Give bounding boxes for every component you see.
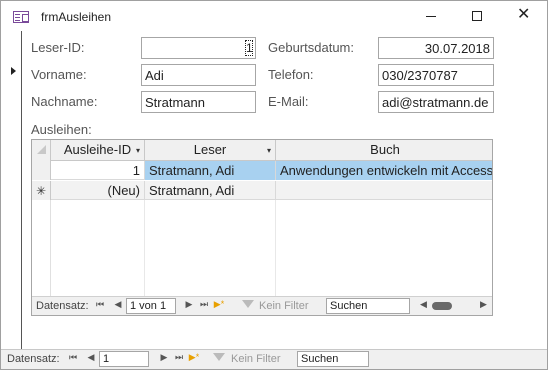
dropdown-arrow-icon[interactable]: ▾	[267, 141, 271, 161]
leser-id-value: 1	[245, 40, 253, 56]
last-record-icon[interactable]: ⏭	[173, 352, 185, 363]
column-title-leser: Leser	[193, 142, 227, 157]
new-record-icon[interactable]: ▶*	[188, 352, 200, 363]
new-record-icon[interactable]: ✳	[32, 181, 51, 200]
select-all-icon	[37, 145, 46, 154]
telefon-label: Telefon:	[268, 67, 314, 82]
cell-ausleihe-id[interactable]: 1	[51, 161, 145, 180]
cell-buch[interactable]	[276, 181, 492, 200]
email-field[interactable]: adi@stratmann.de	[378, 91, 494, 113]
leser-id-label: Leser-ID:	[31, 40, 85, 55]
telefon-field[interactable]: 030/2370787	[378, 64, 494, 86]
minimize-button[interactable]	[408, 1, 454, 31]
next-record-icon[interactable]: ▶	[158, 352, 170, 363]
nav-label: Datensatz:	[36, 300, 89, 312]
vorname-label: Vorname:	[31, 67, 87, 82]
column-header-leser[interactable]: Leser ▾	[145, 140, 276, 161]
nachname-field[interactable]: Stratmann	[141, 91, 256, 113]
record-position-input[interactable]: 1	[99, 351, 149, 367]
ausleihen-subform: Ausleihe-ID ▾ Leser ▾ Buch 1 Stratmann, …	[31, 139, 493, 316]
cell-leser[interactable]: Stratmann, Adi	[145, 161, 276, 180]
filter-icon	[213, 353, 225, 361]
dropdown-arrow-icon[interactable]: ▾	[136, 141, 140, 161]
filter-toggle[interactable]: Kein Filter	[259, 300, 309, 312]
new-record-row[interactable]: ✳ (Neu) Stratmann, Adi	[32, 181, 492, 200]
column-header-ausleihe-id[interactable]: Ausleihe-ID ▾	[51, 140, 145, 161]
form-icon	[13, 11, 29, 23]
title-bar[interactable]: frmAusleihen ✕	[1, 1, 547, 31]
subform-label: Ausleihen:	[31, 122, 92, 137]
email-label: E-Mail:	[268, 94, 309, 109]
filter-toggle[interactable]: Kein Filter	[231, 353, 281, 365]
leser-id-field[interactable]: 1	[141, 37, 256, 59]
minimize-icon	[426, 16, 436, 17]
record-selector-column[interactable]	[1, 31, 22, 349]
empty-area	[51, 200, 145, 296]
first-record-icon[interactable]: ⏮	[67, 352, 79, 363]
vorname-field[interactable]: Adi	[141, 64, 256, 86]
column-title-buch: Buch	[370, 142, 400, 157]
form-window: frmAusleihen ✕ Leser-ID: 1 Vorname: Adi …	[0, 0, 548, 370]
search-input[interactable]: Suchen	[326, 298, 410, 314]
cell-buch[interactable]: Anwendungen entwickeln mit Access	[276, 161, 492, 180]
maximize-icon	[472, 11, 482, 21]
window-title: frmAusleihen	[41, 10, 112, 24]
scroll-right-icon[interactable]: ▶	[480, 299, 487, 310]
prev-record-icon[interactable]: ◀	[112, 299, 124, 310]
scroll-thumb[interactable]	[432, 302, 452, 310]
maximize-button[interactable]	[454, 1, 500, 31]
table-row[interactable]: 1 Stratmann, Adi Anwendungen entwickeln …	[32, 161, 492, 180]
first-record-icon[interactable]: ⏮	[94, 299, 106, 310]
prev-record-icon[interactable]: ◀	[85, 352, 97, 363]
search-input[interactable]: Suchen	[297, 351, 369, 367]
select-all-corner[interactable]	[32, 140, 51, 161]
column-title-ausleihe-id: Ausleihe-ID	[63, 142, 132, 157]
empty-area	[32, 200, 51, 296]
column-header-buch[interactable]: Buch	[276, 140, 492, 161]
current-record-arrow-icon	[11, 67, 16, 75]
geburtsdatum-label: Geburtsdatum:	[268, 40, 354, 55]
close-icon: ✕	[517, 6, 531, 23]
geburtsdatum-field[interactable]: 30.07.2018	[378, 37, 494, 59]
row-selector[interactable]	[32, 161, 51, 180]
scroll-left-icon[interactable]: ◀	[420, 299, 427, 310]
empty-area	[145, 200, 276, 296]
close-button[interactable]: ✕	[500, 1, 546, 31]
nav-label: Datensatz:	[7, 353, 60, 365]
datasheet-header: Ausleihe-ID ▾ Leser ▾ Buch	[32, 140, 492, 161]
nachname-label: Nachname:	[31, 94, 98, 109]
cell-ausleihe-id[interactable]: (Neu)	[51, 181, 145, 200]
last-record-icon[interactable]: ⏭	[198, 299, 210, 310]
new-record-icon[interactable]: ▶*	[213, 299, 225, 310]
cell-leser[interactable]: Stratmann, Adi	[145, 181, 276, 200]
next-record-icon[interactable]: ▶	[183, 299, 195, 310]
main-record-navigation: Datensatz: ⏮ ◀ 1 ▶ ⏭ ▶* Kein Filter Such…	[1, 349, 547, 369]
record-position-input[interactable]: 1 von 1	[126, 298, 176, 314]
subform-record-navigation: Datensatz: ⏮ ◀ 1 von 1 ▶ ⏭ ▶* Kein Filte…	[32, 296, 492, 315]
filter-icon	[242, 300, 254, 308]
horizontal-scrollbar[interactable]: ◀ ▶	[420, 299, 490, 313]
